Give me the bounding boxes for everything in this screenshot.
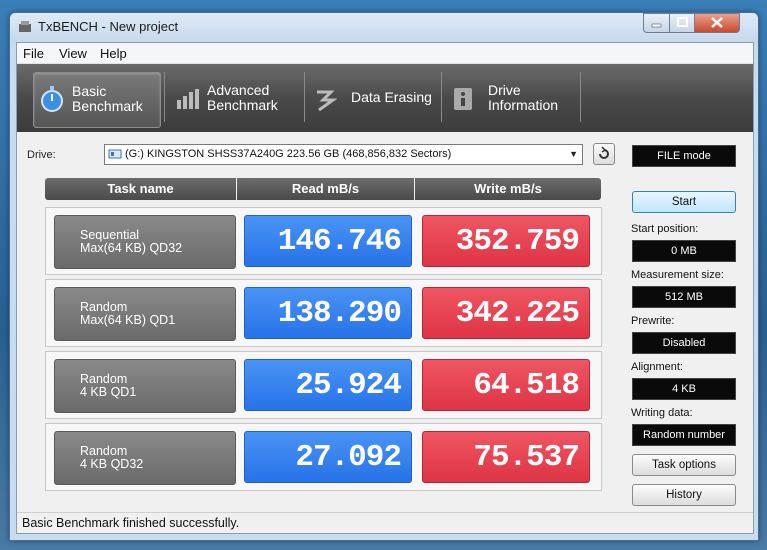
task-name-line1: Random — [80, 300, 128, 314]
header-read: Read mB/s — [237, 178, 414, 200]
tab-basic-line2: Benchmark — [72, 98, 143, 114]
tab-drive-information[interactable]: Drive Information — [446, 72, 574, 126]
drive-icon — [108, 149, 122, 159]
menu-view[interactable]: View — [59, 46, 87, 61]
task-button[interactable]: Sequential Max(64 KB) QD32 — [54, 215, 236, 269]
write-value: 342.225 — [422, 287, 590, 339]
close-icon — [711, 17, 723, 28]
task-name-line1: Random — [80, 444, 128, 458]
refresh-button[interactable] — [593, 143, 615, 165]
menu-bar: File View Help — [17, 43, 753, 64]
drive-info-icon — [454, 88, 472, 110]
table-row: Random 4 KB QD32 27.092 75.537 — [45, 423, 602, 491]
alignment-field[interactable]: 4 KB — [632, 378, 736, 400]
minimize-icon — [651, 23, 662, 28]
tab-basic-benchmark[interactable]: Basic Benchmark — [33, 72, 161, 128]
task-button[interactable]: Random 4 KB QD32 — [54, 431, 236, 485]
mode-indicator: FILE mode — [632, 145, 736, 167]
title-bar: TxBENCH - New project — [10, 13, 758, 43]
start-position-label: Start position: — [631, 223, 699, 235]
maximize-button[interactable] — [669, 13, 696, 33]
write-value: 75.537 — [422, 431, 590, 483]
measurement-size-label: Measurement size: — [631, 269, 724, 281]
writing-data-label: Writing data: — [631, 407, 693, 419]
menu-file[interactable]: File — [23, 46, 44, 61]
header-write: Write mB/s — [415, 178, 601, 200]
drive-select-value: (G:) KINGSTON SHSS37A240G 223.56 GB (468… — [125, 148, 452, 160]
tab-info-line2: Information — [488, 97, 559, 113]
task-options-button[interactable]: Task options — [632, 454, 736, 476]
writing-data-field[interactable]: Random number — [632, 424, 736, 446]
tab-basic-line1: Basic — [72, 83, 107, 99]
toolbar-divider — [304, 72, 305, 122]
table-row: Random 4 KB QD1 25.924 64.518 — [45, 351, 602, 419]
close-button[interactable] — [694, 13, 740, 33]
table-row: Random Max(64 KB) QD1 138.290 342.225 — [45, 279, 602, 347]
write-value: 64.518 — [422, 359, 590, 411]
refresh-icon — [599, 146, 609, 159]
results-table: Task name Read mB/s Write mB/s Sequentia… — [45, 178, 602, 500]
tab-advanced-benchmark[interactable]: Advanced Benchmark — [169, 72, 299, 126]
tab-info-line1: Drive — [488, 82, 521, 98]
table-row: Sequential Max(64 KB) QD32 146.746 352.7… — [45, 207, 602, 275]
read-value: 27.092 — [244, 431, 412, 483]
toolbar-divider — [441, 72, 442, 122]
minimize-button[interactable] — [643, 13, 671, 33]
drive-label: Drive: — [27, 149, 56, 161]
task-name-line2: Max(64 KB) QD32 — [80, 241, 183, 255]
eraser-icon — [317, 90, 337, 112]
alignment-label: Alignment: — [631, 361, 683, 373]
task-button[interactable]: Random 4 KB QD1 — [54, 359, 236, 413]
toolbar-divider — [580, 72, 581, 122]
read-value: 25.924 — [244, 359, 412, 411]
task-button[interactable]: Random Max(64 KB) QD1 — [54, 287, 236, 341]
start-position-field[interactable]: 0 MB — [632, 240, 736, 262]
stopwatch-icon — [41, 86, 63, 112]
task-name-line1: Random — [80, 372, 128, 386]
write-value: 352.759 — [422, 215, 590, 267]
tab-erasing-label: Data Erasing — [351, 89, 432, 105]
tab-advanced-line1: Advanced — [207, 82, 270, 98]
menu-help[interactable]: Help — [100, 46, 127, 61]
maximize-icon — [677, 17, 688, 27]
header-task-name: Task name — [45, 178, 236, 200]
client-area: File View Help Basic Benchmark Advanced — [16, 42, 754, 534]
task-name-line2: 4 KB QD32 — [80, 457, 144, 471]
tab-advanced-line2: Benchmark — [207, 97, 278, 113]
history-button[interactable]: History — [632, 484, 736, 506]
app-icon — [19, 21, 31, 32]
tab-data-erasing[interactable]: Data Erasing — [309, 72, 435, 126]
measurement-size-field[interactable]: 512 MB — [632, 286, 736, 308]
app-window: TxBENCH - New project File View Help Bas… — [9, 12, 759, 541]
toolbar-divider — [164, 72, 165, 122]
chevron-down-icon: ▼ — [569, 149, 578, 159]
task-name-line2: Max(64 KB) QD1 — [80, 313, 176, 327]
task-name-line1: Sequential — [80, 228, 140, 242]
read-value: 146.746 — [244, 215, 412, 267]
read-value: 138.290 — [244, 287, 412, 339]
start-button[interactable]: Start — [632, 191, 736, 213]
status-bar: Basic Benchmark finished successfully. — [17, 512, 753, 533]
bar-chart-icon — [177, 89, 199, 109]
prewrite-field[interactable]: Disabled — [632, 332, 736, 354]
mode-toolbar: Basic Benchmark Advanced Benchmark Data … — [17, 64, 753, 132]
prewrite-label: Prewrite: — [631, 315, 675, 327]
task-name-line2: 4 KB QD1 — [80, 385, 137, 399]
drive-select[interactable]: (G:) KINGSTON SHSS37A240G 223.56 GB (468… — [104, 144, 583, 165]
status-text: Basic Benchmark finished successfully. — [22, 516, 240, 530]
window-title: TxBENCH - New project — [38, 19, 179, 34]
